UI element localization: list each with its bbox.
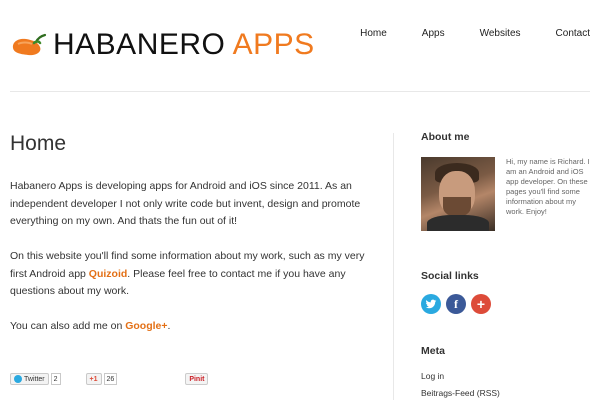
main-nav: Home Apps Websites Contact (325, 27, 590, 41)
google-plus-icon[interactable]: + (471, 294, 491, 314)
nav-apps[interactable]: Apps (422, 27, 445, 41)
social-links-heading: Social links (421, 270, 479, 282)
sidebar: About me Hi, my name is Richard. I am an… (421, 130, 596, 398)
logo-text: HABANERO APPS (53, 30, 315, 60)
gplus-share-count: 26 (103, 373, 118, 385)
main-content: Home Habanero Apps is developing apps fo… (10, 130, 370, 385)
page-title: Home (10, 132, 67, 155)
meta-rss-link[interactable]: Beitrags-Feed (RSS) (421, 385, 500, 402)
about-me-widget: Hi, my name is Richard. I am an Android … (421, 157, 592, 231)
twitter-icon[interactable] (421, 294, 441, 314)
meta-links: Log in Beitrags-Feed (RSS) (421, 368, 500, 402)
logo-word-1: HABANERO (53, 28, 226, 61)
nav-contact[interactable]: Contact (556, 27, 590, 41)
intro-paragraph: Habanero Apps is developing apps for And… (10, 180, 361, 227)
nav-websites[interactable]: Websites (480, 27, 521, 41)
google-plus-link[interactable]: Google+ (125, 320, 167, 332)
about-me-text: Hi, my name is Richard. I am an Android … (506, 157, 590, 216)
header-divider (10, 91, 590, 92)
google-plus-paragraph: You can also add me on Google+. (10, 318, 370, 336)
site-logo[interactable]: HABANERO APPS (10, 30, 315, 60)
twitter-share-button[interactable]: Twitter (10, 373, 49, 385)
pinterest-share-button[interactable]: Pinit (185, 373, 209, 385)
twitter-share-count: 2 (50, 373, 61, 385)
nav-home[interactable]: Home (360, 27, 387, 41)
share-bar: Twitter 2 +1 26 Pinit (10, 373, 209, 385)
facebook-icon[interactable]: f (446, 294, 466, 314)
meta-login-link[interactable]: Log in (421, 368, 500, 385)
twitter-share-label: Twitter (24, 375, 45, 383)
social-links: f + (421, 294, 491, 314)
sidebar-divider (393, 133, 394, 400)
habanero-pepper-icon (12, 33, 47, 56)
logo-word-2: APPS (232, 28, 315, 61)
gplus-text-before: You can also add me on (10, 320, 126, 332)
quizoid-link[interactable]: Quizoid (89, 268, 128, 280)
twitter-bird-icon (14, 375, 22, 383)
gplus-share-button[interactable]: +1 (85, 373, 102, 385)
pinterest-share-label: Pinit (189, 375, 205, 383)
about-me-heading: About me (421, 131, 470, 143)
gplus-text-after: . (167, 320, 171, 332)
work-paragraph: On this website you'll find some informa… (10, 248, 370, 301)
gplus-share-label: +1 (89, 375, 98, 383)
meta-heading: Meta (421, 345, 445, 357)
author-photo (421, 157, 495, 231)
